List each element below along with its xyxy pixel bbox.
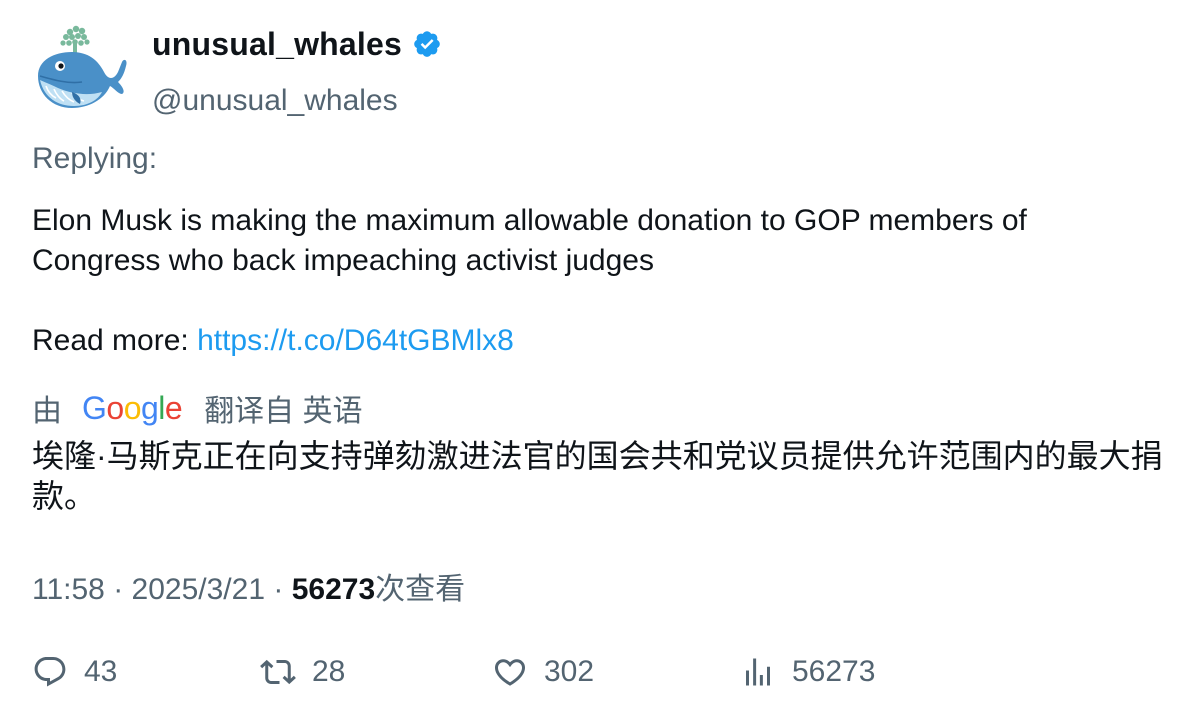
reply-button[interactable]: 43 xyxy=(32,648,117,696)
read-more-label: Read more: xyxy=(32,324,198,357)
views-count-action: 56273 xyxy=(792,655,876,688)
translation-attribution: 由 Google 翻译自 英语 xyxy=(32,386,363,430)
retweet-icon xyxy=(260,659,296,685)
translation-suffix[interactable]: 翻译自 英语 xyxy=(204,386,362,430)
tweet-header: unusual_whales @unusual_whales xyxy=(32,22,1162,117)
tweet-meta: 11:58 · 2025/3/21 · 56273次查看 xyxy=(32,564,465,608)
views-label: 次查看 xyxy=(375,573,466,606)
tweet-text: Elon Musk is making the maximum allowabl… xyxy=(32,201,1162,361)
views-count: 56273 xyxy=(291,573,376,606)
read-more-line: Read more: https://t.co/D64tGBMlx8 xyxy=(32,321,1162,361)
tweet-actions: 43 28 302 56273 xyxy=(32,648,1162,696)
retweet-button[interactable]: 28 xyxy=(260,648,345,696)
retweet-count: 28 xyxy=(312,655,346,688)
like-count: 302 xyxy=(544,655,595,688)
tweet-link[interactable]: https://t.co/D64tGBMlx8 xyxy=(197,324,514,357)
whale-icon xyxy=(38,25,127,108)
replying-label: Replying: xyxy=(32,142,158,175)
google-logo: Google xyxy=(82,389,183,426)
views-chart-icon xyxy=(746,658,770,686)
tweet-date[interactable]: 2025/3/21 xyxy=(132,573,265,606)
translated-text: 埃隆·马斯克正在向支持弹劾激进法官的国会共和党议员提供允许范围内的最大捐款。 xyxy=(32,438,1163,514)
reply-count: 43 xyxy=(84,655,118,688)
reply-icon xyxy=(34,657,66,687)
heart-icon xyxy=(494,659,526,686)
avatar[interactable] xyxy=(32,22,128,114)
meta-separator: · xyxy=(273,573,284,606)
verified-badge-icon xyxy=(414,31,440,57)
meta-separator: · xyxy=(113,573,124,606)
like-button[interactable]: 302 xyxy=(492,648,594,696)
tweet-body: Elon Musk is making the maximum allowabl… xyxy=(32,204,1027,277)
views-button[interactable]: 56273 xyxy=(740,648,875,696)
user-handle[interactable]: @unusual_whales xyxy=(152,84,398,118)
translation-prefix: 由 xyxy=(32,395,62,428)
display-name[interactable]: unusual_whales xyxy=(152,26,402,63)
tweet-time[interactable]: 11:58 xyxy=(32,573,105,606)
name-row: unusual_whales xyxy=(152,24,442,64)
